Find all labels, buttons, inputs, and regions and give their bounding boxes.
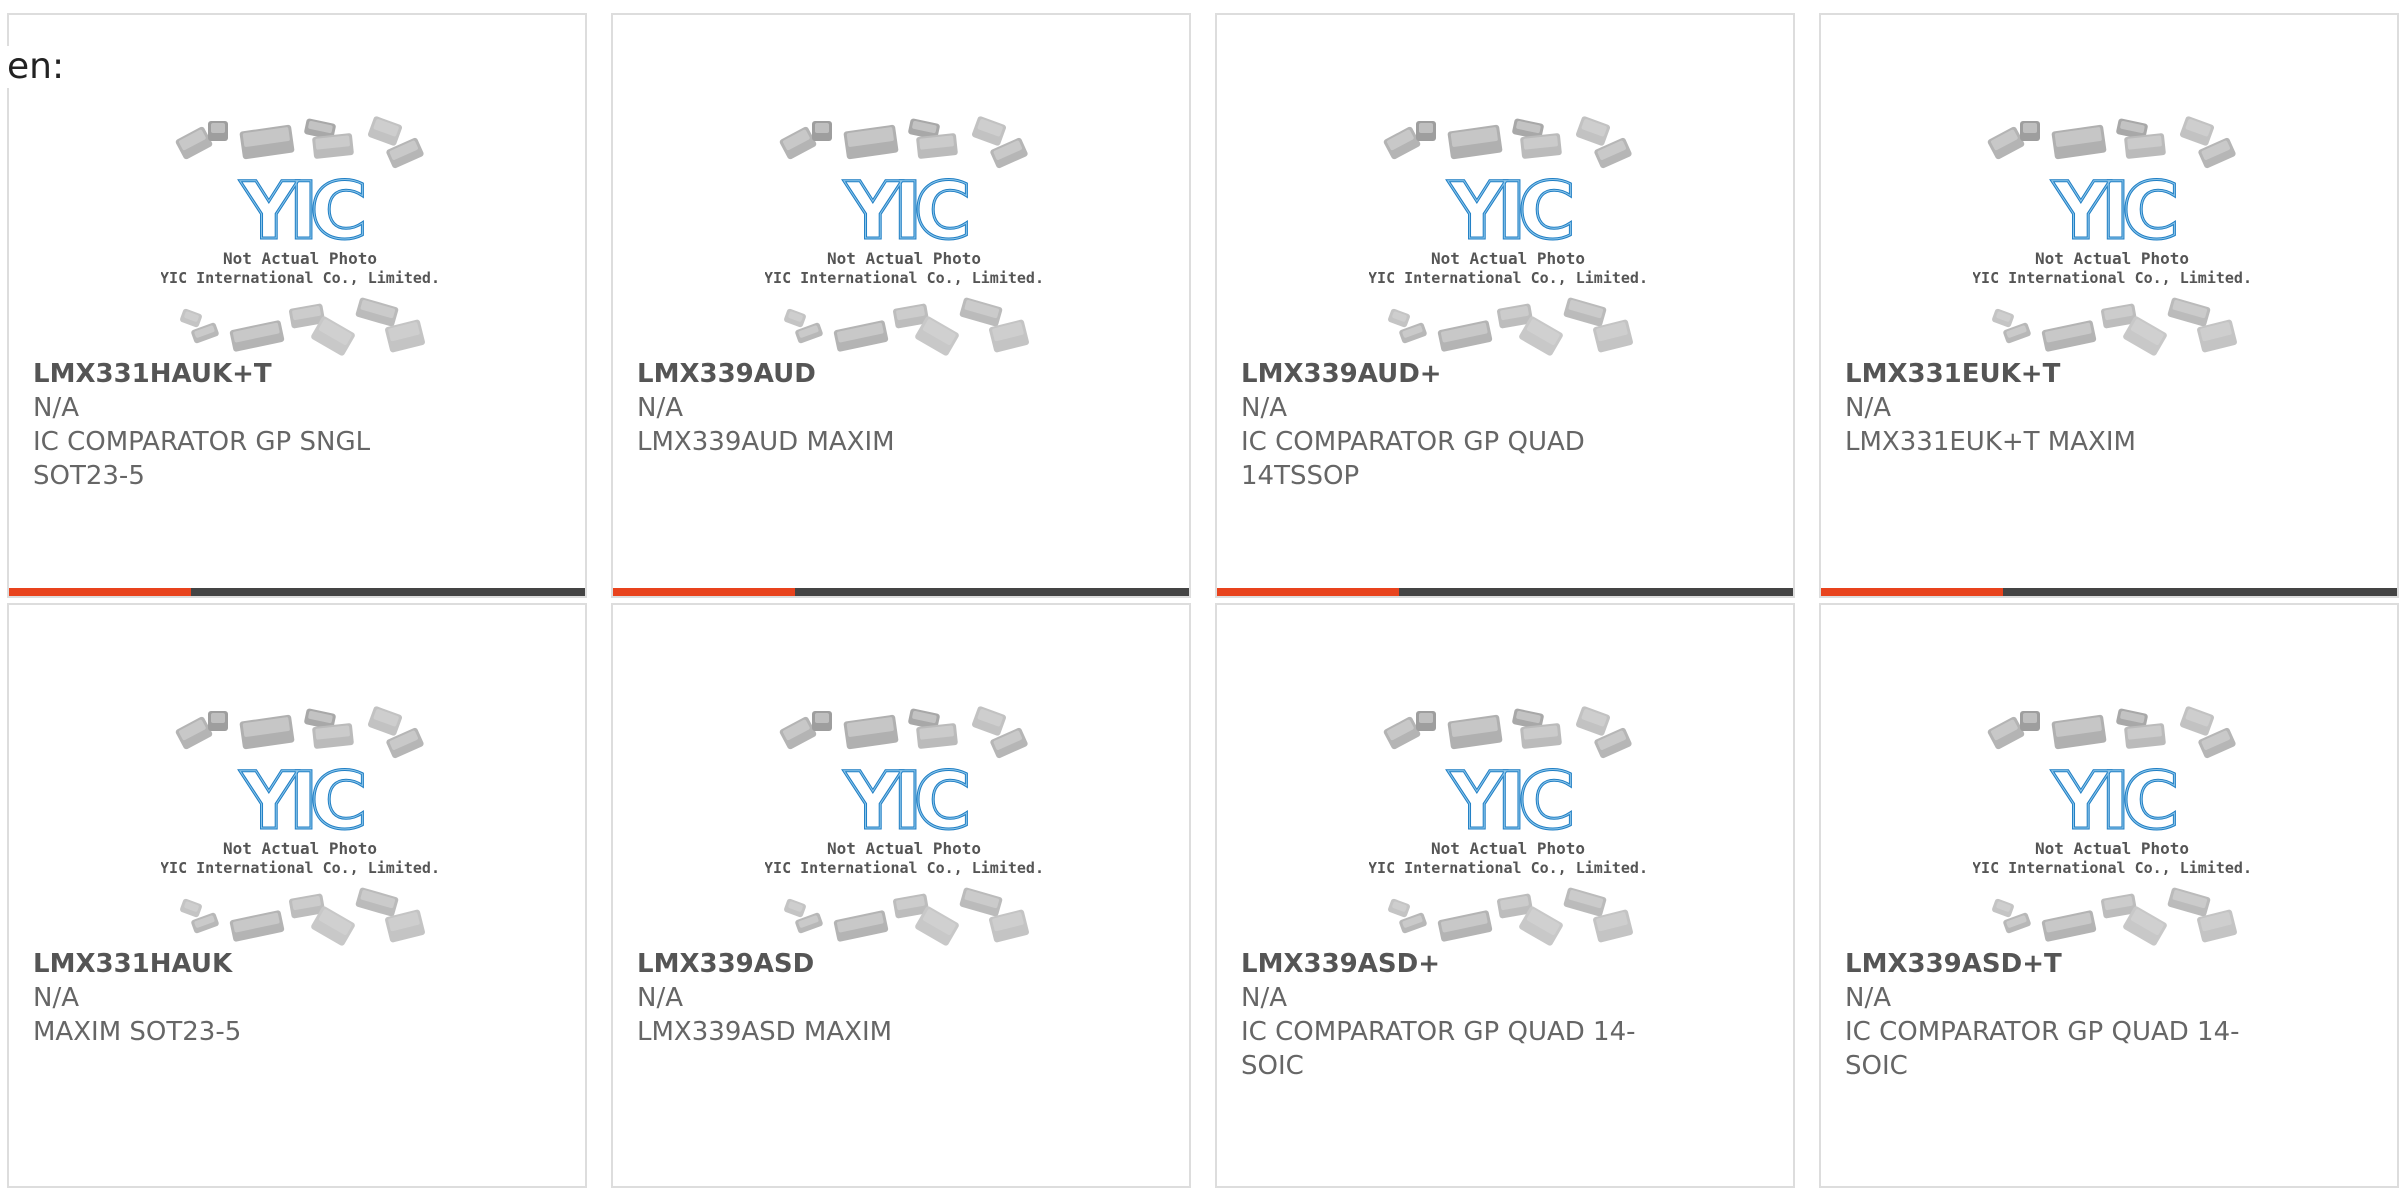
product-manufacturer: N/A: [637, 393, 683, 423]
svg-text:YIC: YIC: [240, 757, 364, 847]
product-manufacturer: N/A: [33, 983, 79, 1013]
product-placeholder-image[interactable]: YIC YIC Not Actual Photo YIC International …: [1973, 100, 2251, 360]
svg-text:YIC International Co., Limited: YIC International Co., Limited.: [765, 269, 1043, 287]
product-card[interactable]: YIC YIC Not Actual Photo YIC International …: [1215, 603, 1795, 1188]
product-placeholder-image[interactable]: YIC YIC Not Actual Photo YIC International …: [161, 100, 439, 360]
card-accent-bar: [1217, 588, 1793, 596]
svg-text:Not Actual Photo: Not Actual Photo: [223, 249, 377, 268]
product-part-number[interactable]: LMX339ASD+T: [1845, 947, 2265, 981]
svg-text:Not Actual Photo: Not Actual Photo: [2035, 249, 2189, 268]
product-placeholder-image[interactable]: YIC YIC Not Actual Photo YIC International …: [1973, 690, 2251, 950]
svg-text:YIC International Co., Limited: YIC International Co., Limited.: [1369, 859, 1647, 877]
svg-text:Not Actual Photo: Not Actual Photo: [1431, 839, 1585, 858]
product-description: LMX339ASD MAXIM: [637, 1017, 893, 1047]
svg-text:YIC International Co., Limited: YIC International Co., Limited.: [1369, 269, 1647, 287]
svg-text:YIC International Co., Limited: YIC International Co., Limited.: [765, 859, 1043, 877]
product-card[interactable]: YIC YIC Not Actual Photo YIC International …: [1215, 13, 1795, 598]
product-card[interactable]: YIC YIC Not Actual Photo YIC International …: [1819, 603, 2399, 1188]
product-description: IC COMPARATOR GP SNGL SOT23-5: [33, 427, 371, 491]
product-part-number[interactable]: LMX331EUK+T: [1845, 357, 2265, 391]
svg-text:YIC: YIC: [1448, 757, 1572, 847]
product-placeholder-image[interactable]: YIC YIC Not Actual Photo YIC International …: [1369, 100, 1647, 360]
svg-text:YIC International Co., Limited: YIC International Co., Limited.: [1973, 859, 2251, 877]
language-label: en:: [7, 46, 67, 88]
product-card[interactable]: YIC YIC Not Actual Photo YIC International …: [1819, 13, 2399, 598]
product-part-number[interactable]: LMX339ASD: [637, 947, 1057, 981]
svg-text:YIC: YIC: [240, 167, 364, 257]
product-card[interactable]: YIC YIC Not Actual Photo YIC International …: [611, 603, 1191, 1188]
product-manufacturer: N/A: [637, 983, 683, 1013]
card-accent-bar: [1821, 588, 2397, 596]
product-part-number[interactable]: LMX331HAUK: [33, 947, 453, 981]
product-card[interactable]: YIC YIC Not Actual Photo YIC International …: [7, 603, 587, 1188]
svg-text:YIC: YIC: [844, 167, 968, 257]
product-description: IC COMPARATOR GP QUAD 14-SOIC: [1241, 1017, 1636, 1081]
product-placeholder-image[interactable]: YIC YIC Not Actual Photo YIC International …: [765, 690, 1043, 950]
product-placeholder-image[interactable]: YIC YIC Not Actual Photo YIC International …: [1369, 690, 1647, 950]
product-description: LMX331EUK+T MAXIM: [1845, 427, 2136, 457]
product-card[interactable]: YIC YIC Not Actual Photo YIC International …: [7, 13, 587, 598]
product-part-number[interactable]: LMX339AUD+: [1241, 357, 1661, 391]
product-manufacturer: N/A: [33, 393, 79, 423]
svg-text:YIC: YIC: [2052, 757, 2176, 847]
product-placeholder-image[interactable]: YIC YIC Not Actual Photo YIC International …: [161, 690, 439, 950]
svg-text:YIC: YIC: [844, 757, 968, 847]
product-description: IC COMPARATOR GP QUAD 14-SOIC: [1845, 1017, 2240, 1081]
product-description: MAXIM SOT23-5: [33, 1017, 242, 1047]
product-description: LMX339AUD MAXIM: [637, 427, 895, 457]
product-part-number[interactable]: LMX339AUD: [637, 357, 1057, 391]
svg-text:YIC: YIC: [1448, 167, 1572, 257]
svg-text:YIC International Co., Limited: YIC International Co., Limited.: [161, 859, 439, 877]
card-accent-bar: [9, 588, 585, 596]
product-description: IC COMPARATOR GP QUAD 14TSSOP: [1241, 427, 1585, 491]
svg-text:YIC International Co., Limited: YIC International Co., Limited.: [161, 269, 439, 287]
product-card[interactable]: YIC YIC Not Actual Photo YIC International …: [611, 13, 1191, 598]
svg-text:Not Actual Photo: Not Actual Photo: [2035, 839, 2189, 858]
product-grid: YIC YIC Not Actual Photo YIC International …: [7, 13, 2400, 1188]
product-part-number[interactable]: LMX331HAUK+T: [33, 357, 453, 391]
svg-text:YIC: YIC: [2052, 167, 2176, 257]
product-manufacturer: N/A: [1241, 393, 1287, 423]
card-accent-bar: [613, 588, 1189, 596]
product-manufacturer: N/A: [1241, 983, 1287, 1013]
svg-text:YIC International Co., Limited: YIC International Co., Limited.: [1973, 269, 2251, 287]
svg-text:Not Actual Photo: Not Actual Photo: [827, 839, 981, 858]
product-part-number[interactable]: LMX339ASD+: [1241, 947, 1661, 981]
product-manufacturer: N/A: [1845, 393, 1891, 423]
svg-text:Not Actual Photo: Not Actual Photo: [223, 839, 377, 858]
product-manufacturer: N/A: [1845, 983, 1891, 1013]
svg-text:Not Actual Photo: Not Actual Photo: [1431, 249, 1585, 268]
product-placeholder-image[interactable]: YIC YIC Not Actual Photo YIC International …: [765, 100, 1043, 360]
svg-text:Not Actual Photo: Not Actual Photo: [827, 249, 981, 268]
